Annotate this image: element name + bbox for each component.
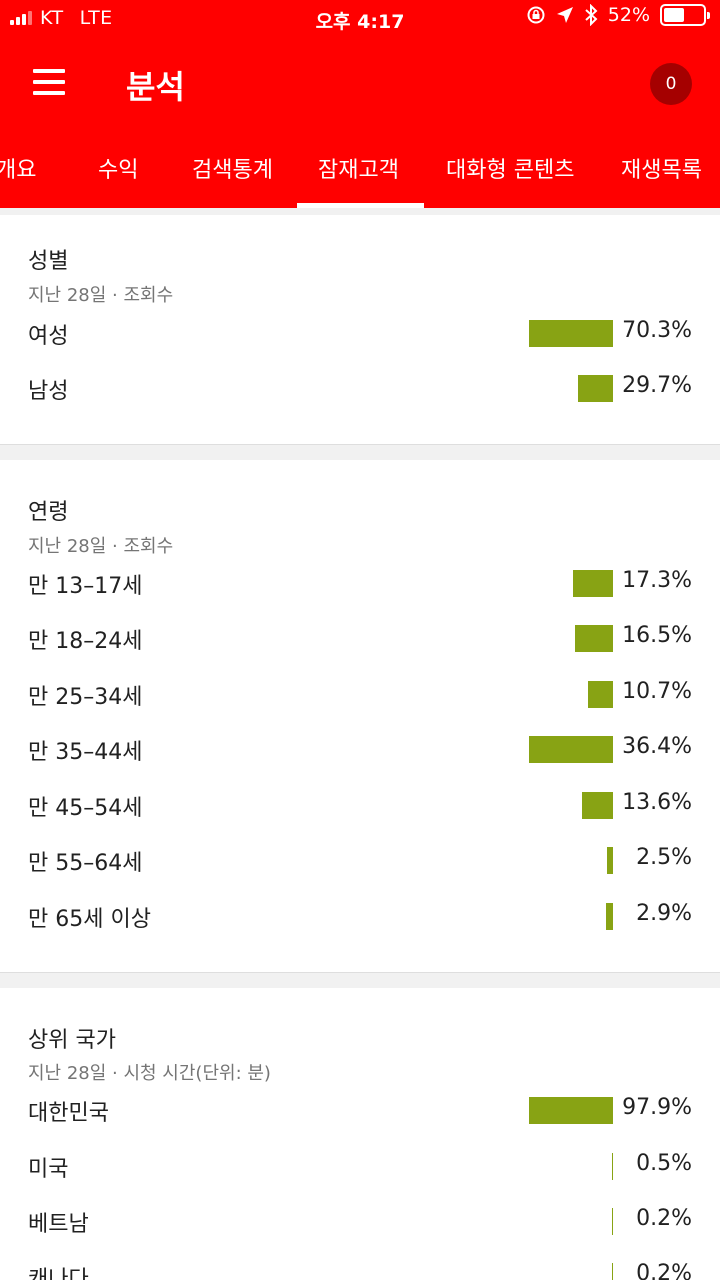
row-value: 29.7% (622, 373, 692, 398)
percentage-bar (573, 570, 613, 597)
card-title: 성별 (28, 249, 69, 274)
list-item: 여성 70.3% (0, 318, 720, 354)
list-item: 남성 29.7% (0, 373, 720, 409)
list-item: 만 13–17세 17.3% (0, 568, 720, 604)
menu-icon[interactable] (30, 67, 66, 97)
battery-level (664, 8, 684, 22)
row-label: 만 65세 이상 (28, 907, 151, 932)
gender-card: 성별 지난 28일 · 조회수 여성 70.3% 남성 29.7% (0, 215, 720, 445)
card-title: 연령 (28, 500, 69, 525)
tab-playlists[interactable]: 재생목록 (621, 152, 702, 184)
row-value: 2.5% (636, 845, 692, 870)
list-item: 베트남 0.2% (0, 1206, 720, 1242)
percentage-bar (612, 1153, 613, 1180)
tab-bar: 개요 수익 검색통계 잠재고객 대화형 콘텐츠 재생목록 (0, 130, 720, 208)
battery-percent: 52% (607, 4, 650, 26)
status-bar: KT LTE 오후 4:17 52% (0, 0, 720, 38)
card-subtitle: 지난 28일 · 시청 시간(단위: 분) (28, 1063, 271, 1084)
row-label: 만 45–54세 (28, 796, 143, 821)
row-label: 미국 (28, 1157, 69, 1182)
row-value: 2.9% (636, 901, 692, 926)
list-item: 캐나다 0.2% (0, 1261, 720, 1280)
toolbar: 분석 0 (0, 40, 720, 126)
row-value: 0.2% (636, 1261, 692, 1280)
row-label: 만 25–34세 (28, 685, 143, 710)
row-value: 36.4% (622, 734, 692, 759)
list-item: 만 65세 이상 2.9% (0, 901, 720, 937)
app: KT LTE 오후 4:17 52% 분석 0 개요 수익 검색통계 잠재고객 … (0, 0, 720, 1280)
row-label: 여성 (28, 324, 69, 349)
active-tab-indicator (297, 203, 424, 208)
list-item: 만 25–34세 10.7% (0, 679, 720, 715)
row-value: 17.3% (622, 568, 692, 593)
percentage-bar (612, 1208, 613, 1235)
percentage-bar (607, 847, 613, 874)
percentage-bar (612, 1263, 613, 1280)
top-countries-card: 상위 국가 지난 28일 · 시청 시간(단위: 분) 대한민국 97.9% 미… (0, 988, 720, 1280)
percentage-bar (578, 375, 613, 402)
row-value: 13.6% (622, 790, 692, 815)
tab-revenue[interactable]: 수익 (98, 152, 138, 184)
row-label: 대한민국 (28, 1101, 109, 1126)
tab-overview[interactable]: 개요 (0, 152, 36, 184)
row-label: 만 35–44세 (28, 740, 143, 765)
page-title: 분석 (126, 68, 185, 106)
status-right: 52% (526, 4, 710, 26)
row-value: 97.9% (622, 1095, 692, 1120)
tab-audience[interactable]: 잠재고객 (318, 152, 399, 184)
row-value: 0.2% (636, 1206, 692, 1231)
list-item: 만 18–24세 16.5% (0, 623, 720, 659)
row-value: 16.5% (622, 623, 692, 648)
card-subtitle: 지난 28일 · 조회수 (28, 285, 174, 306)
row-label: 만 13–17세 (28, 574, 143, 599)
percentage-bar (575, 625, 613, 652)
row-value: 70.3% (622, 318, 692, 343)
row-label: 남성 (28, 379, 69, 404)
list-item: 만 45–54세 13.6% (0, 790, 720, 826)
percentage-bar (529, 1097, 613, 1124)
tab-discovery[interactable]: 검색통계 (192, 152, 273, 184)
percentage-bar (588, 681, 613, 708)
row-label: 만 18–24세 (28, 629, 143, 654)
battery-icon (660, 4, 710, 26)
row-value: 10.7% (622, 679, 692, 704)
row-label: 만 55–64세 (28, 851, 143, 876)
list-item: 대한민국 97.9% (0, 1095, 720, 1131)
bluetooth-icon (585, 4, 598, 26)
percentage-bar (529, 736, 613, 763)
tab-interactive-content[interactable]: 대화형 콘텐츠 (446, 152, 574, 184)
list-item: 만 35–44세 36.4% (0, 734, 720, 770)
row-value: 0.5% (636, 1151, 692, 1176)
location-arrow-icon (556, 7, 573, 23)
percentage-bar (582, 792, 613, 819)
row-label: 베트남 (28, 1212, 89, 1237)
age-card: 연령 지난 28일 · 조회수 만 13–17세 17.3% 만 18–24세 … (0, 460, 720, 973)
orientation-lock-icon (527, 6, 545, 24)
row-label: 캐나다 (28, 1267, 89, 1280)
list-item: 만 55–64세 2.5% (0, 845, 720, 881)
percentage-bar (606, 903, 613, 930)
notification-badge[interactable]: 0 (650, 63, 692, 105)
card-title: 상위 국가 (28, 1028, 116, 1053)
app-header: KT LTE 오후 4:17 52% 분석 0 개요 수익 검색통계 잠재고객 … (0, 0, 720, 208)
list-item: 미국 0.5% (0, 1151, 720, 1187)
percentage-bar (529, 320, 613, 347)
card-subtitle: 지난 28일 · 조회수 (28, 536, 174, 557)
